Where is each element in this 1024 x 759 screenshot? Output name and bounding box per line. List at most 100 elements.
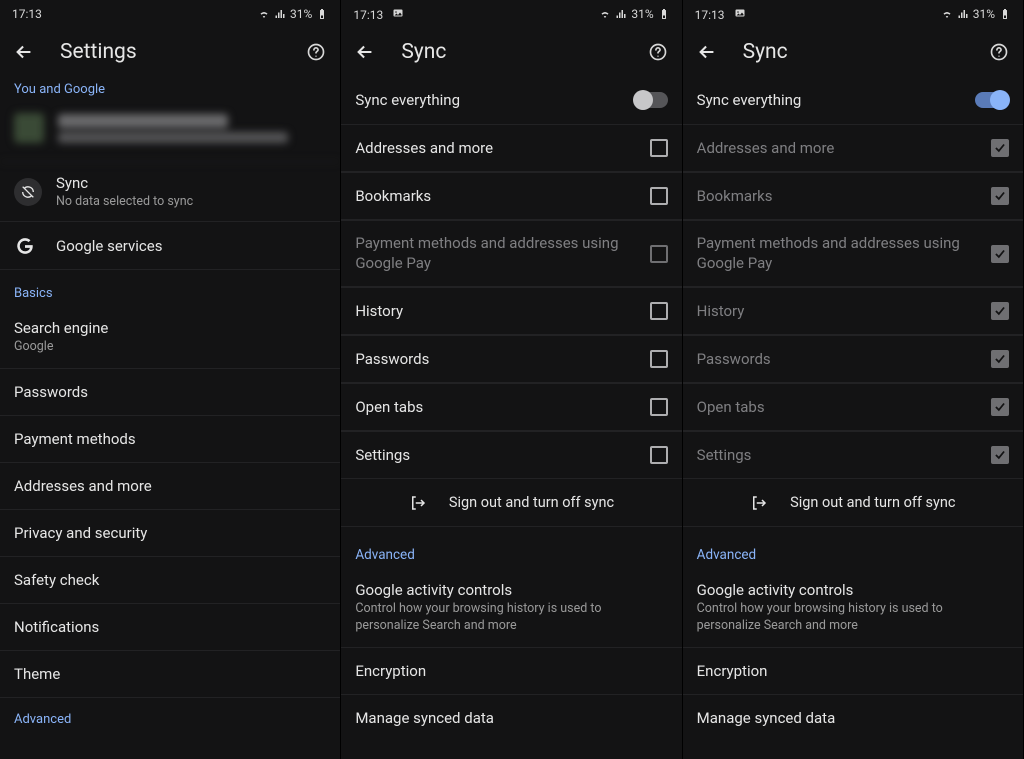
sync-item-opentabs: Open tabs	[683, 383, 1023, 431]
sync-item-bookmarks[interactable]: Bookmarks	[341, 172, 681, 220]
google-activity-row[interactable]: Google activity controls Control how you…	[341, 569, 681, 648]
status-right: 31%	[941, 7, 1011, 21]
sync-item-opentabs[interactable]: Open tabs	[341, 383, 681, 431]
sync-item-settings: Settings	[683, 431, 1023, 479]
sync-item-label: Payment methods and addresses using Goog…	[697, 234, 981, 273]
section-advanced: Advanced	[683, 527, 1023, 569]
status-left: 17:13	[695, 7, 746, 22]
google-activity-row[interactable]: Google activity controls Control how you…	[683, 569, 1023, 648]
encryption-row[interactable]: Encryption	[341, 648, 681, 695]
sync-everything-toggle[interactable]	[634, 92, 668, 108]
help-button[interactable]	[646, 40, 670, 64]
help-button[interactable]	[304, 40, 328, 64]
page-title: Sync	[743, 40, 963, 64]
sync-item-label: Bookmarks	[697, 187, 981, 205]
status-time: 17:13	[695, 8, 725, 22]
sync-everything-label: Sync everything	[355, 91, 623, 109]
addresses-row[interactable]: Addresses and more	[0, 463, 340, 510]
app-bar: Sync	[683, 28, 1023, 76]
checkbox[interactable]	[650, 350, 668, 368]
signal-icon	[274, 8, 286, 20]
status-time: 17:13	[12, 7, 42, 21]
sync-item-label: Open tabs	[355, 398, 639, 416]
signal-icon	[957, 8, 969, 20]
checkbox[interactable]	[650, 245, 668, 263]
signout-row[interactable]: Sign out and turn off sync	[683, 479, 1023, 527]
payment-methods-row[interactable]: Payment methods	[0, 416, 340, 463]
passwords-row[interactable]: Passwords	[0, 369, 340, 416]
back-button[interactable]	[353, 40, 377, 64]
section-advanced: Advanced	[341, 527, 681, 569]
account-row[interactable]	[0, 101, 340, 162]
checkbox[interactable]	[650, 302, 668, 320]
checkbox	[991, 187, 1009, 205]
search-engine-sub: Google	[14, 339, 326, 354]
signout-label: Sign out and turn off sync	[449, 494, 614, 511]
checkbox	[991, 139, 1009, 157]
encryption-row[interactable]: Encryption	[683, 648, 1023, 695]
search-engine-title: Search engine	[14, 319, 326, 337]
notifications-row[interactable]: Notifications	[0, 604, 340, 651]
battery-icon	[316, 8, 328, 20]
sync-item-label: Passwords	[697, 350, 981, 368]
sync-item-settings[interactable]: Settings	[341, 431, 681, 479]
gac-title: Google activity controls	[697, 581, 1009, 599]
payment-label: Payment methods	[14, 430, 326, 448]
search-engine-row[interactable]: Search engine Google	[0, 305, 340, 369]
safety-row[interactable]: Safety check	[0, 557, 340, 604]
sync-item-label: Settings	[697, 446, 981, 464]
sync-everything-toggle[interactable]	[975, 92, 1009, 108]
checkbox	[991, 398, 1009, 416]
google-services-label: Google services	[56, 237, 326, 255]
checkbox[interactable]	[650, 139, 668, 157]
manage-synced-row[interactable]: Manage synced data	[341, 695, 681, 741]
status-time: 17:13	[353, 8, 383, 22]
sync-item-addresses[interactable]: Addresses and more	[341, 124, 681, 172]
signout-row[interactable]: Sign out and turn off sync	[341, 479, 681, 527]
battery-percent: 31%	[631, 7, 653, 21]
app-bar: Sync	[341, 28, 681, 76]
sync-everything-row[interactable]: Sync everything	[683, 76, 1023, 124]
sync-title: Sync	[56, 174, 326, 192]
notifications-label: Notifications	[14, 618, 326, 636]
sync-item-payment: Payment methods and addresses using Goog…	[683, 220, 1023, 287]
battery-percent: 31%	[290, 7, 312, 21]
sync-item-label: Payment methods and addresses using Goog…	[355, 234, 639, 273]
theme-label: Theme	[14, 665, 326, 683]
sync-item-history: History	[683, 287, 1023, 335]
sync-everything-row[interactable]: Sync everything	[341, 76, 681, 124]
sync-item-history[interactable]: History	[341, 287, 681, 335]
checkbox[interactable]	[650, 398, 668, 416]
sync-sub: No data selected to sync	[56, 194, 326, 209]
avatar	[14, 113, 44, 143]
wifi-icon	[258, 8, 270, 20]
status-bar: 17:13 31%	[0, 0, 340, 28]
privacy-row[interactable]: Privacy and security	[0, 510, 340, 557]
sync-item-payment[interactable]: Payment methods and addresses using Goog…	[341, 220, 681, 287]
google-services-row[interactable]: Google services	[0, 222, 340, 270]
back-button[interactable]	[695, 40, 719, 64]
addresses-label: Addresses and more	[14, 477, 326, 495]
sync-item-passwords[interactable]: Passwords	[341, 335, 681, 383]
section-basics: Basics	[0, 270, 340, 305]
sync-item-label: History	[697, 302, 981, 320]
status-bar: 17:13 31%	[341, 0, 681, 28]
page-title: Settings	[60, 40, 280, 64]
sync-off-icon	[14, 178, 42, 206]
status-right: 31%	[599, 7, 669, 21]
sync-row[interactable]: Sync No data selected to sync	[0, 162, 340, 222]
theme-row[interactable]: Theme	[0, 651, 340, 698]
sync-item-label: Bookmarks	[355, 187, 639, 205]
google-icon	[14, 235, 42, 257]
help-button[interactable]	[987, 40, 1011, 64]
manage-synced-row[interactable]: Manage synced data	[683, 695, 1023, 741]
page-title: Sync	[401, 40, 621, 64]
signout-icon	[750, 494, 768, 512]
gac-title: Google activity controls	[355, 581, 667, 599]
checkbox[interactable]	[650, 446, 668, 464]
safety-label: Safety check	[14, 571, 326, 589]
status-left: 17:13	[353, 7, 404, 22]
sync-everything-label: Sync everything	[697, 91, 965, 109]
back-button[interactable]	[12, 40, 36, 64]
checkbox[interactable]	[650, 187, 668, 205]
